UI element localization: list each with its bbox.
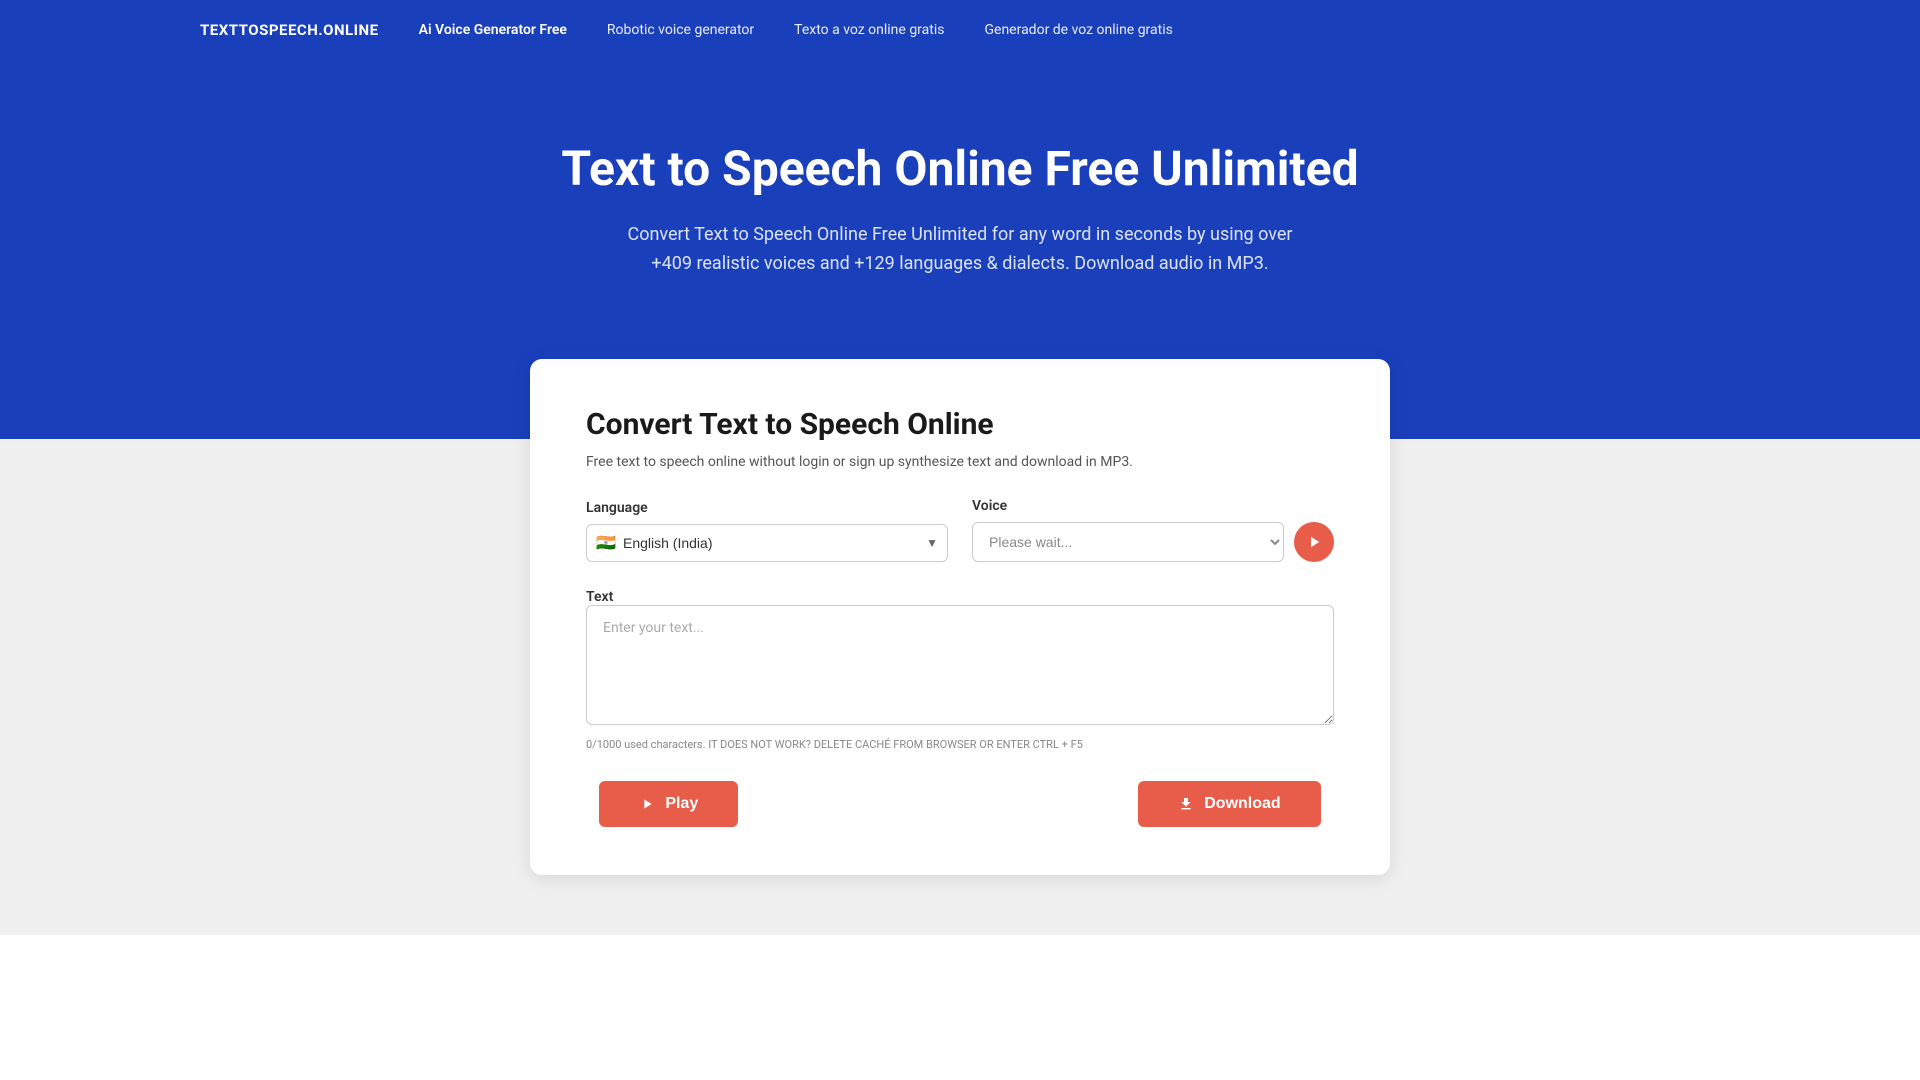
language-field-group: Language 🇮🇳 English (India) ▼ (586, 500, 948, 562)
main-content: Convert Text to Speech Online Free text … (0, 439, 1920, 936)
download-icon (1178, 796, 1194, 812)
play-triangle-icon (1305, 533, 1323, 551)
fields-row: Language 🇮🇳 English (India) ▼ Voice Plea… (586, 498, 1334, 562)
download-button[interactable]: Download (1138, 781, 1320, 827)
hero-title: Text to Speech Online Free Unlimited (200, 140, 1720, 197)
voice-label: Voice (972, 498, 1334, 514)
nav-link-generador[interactable]: Generador de voz online gratis (984, 22, 1172, 38)
play-button[interactable]: Play (599, 781, 738, 827)
voice-select[interactable]: Please wait... (972, 522, 1284, 562)
voice-preview-button[interactable] (1294, 522, 1334, 562)
nav-brand[interactable]: TEXTTOSPEECH.ONLINE (200, 21, 379, 39)
navbar: TEXTTOSPEECH.ONLINE Ai Voice Generator F… (0, 0, 1920, 60)
language-select-wrapper: 🇮🇳 English (India) ▼ (586, 524, 948, 562)
nav-link-ai-voice[interactable]: Ai Voice Generator Free (419, 22, 567, 38)
text-field-group: Text 0/1000 used characters. IT DOES NOT… (586, 586, 1334, 754)
play-button-label: Play (665, 795, 698, 813)
text-label: Text (586, 589, 613, 605)
hero-subtitle: Convert Text to Speech Online Free Unlim… (610, 221, 1310, 279)
converter-description: Free text to speech online without login… (586, 454, 1334, 470)
language-label: Language (586, 500, 948, 516)
play-icon (639, 796, 655, 812)
converter-card: Convert Text to Speech Online Free text … (530, 359, 1390, 876)
voice-field-group: Voice Please wait... (972, 498, 1334, 562)
nav-link-texto[interactable]: Texto a voz online gratis (794, 22, 944, 38)
buttons-row: Play Download (586, 781, 1334, 827)
voice-row: Please wait... (972, 522, 1334, 562)
converter-title: Convert Text to Speech Online (586, 407, 1334, 442)
nav-link-robotic[interactable]: Robotic voice generator (607, 22, 754, 38)
download-button-label: Download (1204, 795, 1280, 813)
language-select[interactable]: English (India) (586, 524, 948, 562)
text-input[interactable] (586, 605, 1334, 725)
char-info: 0/1000 used characters. IT DOES NOT WORK… (586, 737, 1334, 754)
